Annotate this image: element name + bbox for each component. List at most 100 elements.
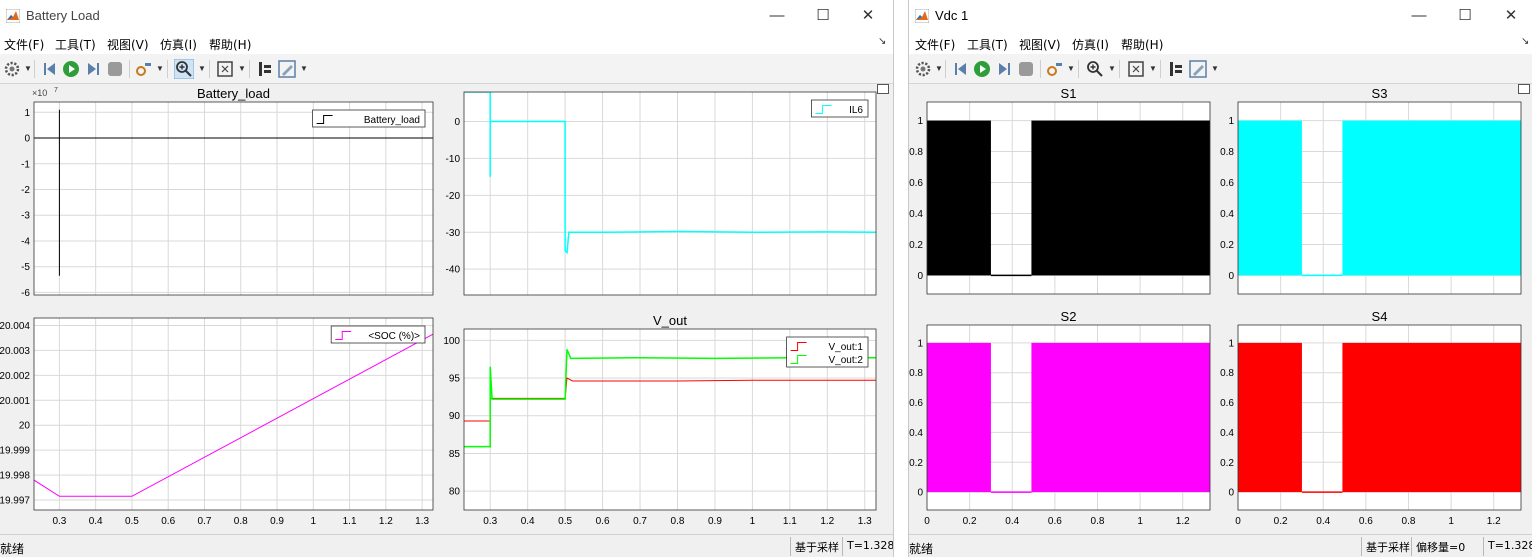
step-forward-icon[interactable]	[83, 59, 103, 79]
stop-icon[interactable]	[105, 59, 125, 79]
battery-load-window: Battery Load — ☐ ✕ 文件(F) 工具(T) 视图(V) 仿真(…	[0, 0, 894, 557]
pulse-block	[1238, 120, 1302, 276]
fit-dropdown-icon[interactable]: ▼	[238, 64, 246, 73]
cursor-icon[interactable]	[1166, 59, 1186, 79]
minimize-button[interactable]: —	[762, 4, 792, 28]
menu-file[interactable]: 文件(F)	[915, 36, 955, 53]
pulse-block	[1238, 342, 1302, 493]
x-tick-label: 1.1	[343, 516, 357, 527]
chart-title: Battery_load	[197, 86, 270, 101]
toolbar-separator	[129, 60, 130, 78]
cursor-icon[interactable]	[255, 59, 275, 79]
x-tick-label: 0.6	[596, 516, 610, 527]
edit-icon[interactable]	[277, 59, 297, 79]
menu-view[interactable]: 视图(V)	[107, 36, 149, 53]
y-tick-label: 20.004	[0, 321, 30, 332]
title-bar[interactable]: Battery Load — ☐ ✕	[0, 0, 893, 32]
y-tick-label: 0.2	[909, 240, 923, 251]
minimize-button[interactable]: —	[1404, 4, 1434, 28]
menu-simulation[interactable]: 仿真(I)	[1072, 36, 1109, 53]
window-title: Battery Load	[26, 8, 100, 23]
menu-bar: 文件(F) 工具(T) 视图(V) 仿真(I) 帮助(H) ↘	[909, 32, 1532, 54]
run-icon[interactable]	[61, 59, 81, 79]
title-bar[interactable]: Vdc 1 — ☐ ✕	[909, 0, 1532, 32]
highlight-icon[interactable]	[1045, 59, 1065, 79]
pulse-block	[1031, 120, 1210, 276]
step-forward-icon[interactable]	[994, 59, 1014, 79]
scope-plots: 1 0 -1 -2 -3 -4 -5 -6 Battery_load ×10 7 Battery_lo…	[0, 86, 877, 527]
y-tick-label: 0.6	[1220, 178, 1234, 189]
y-tick-label: 1	[917, 338, 923, 349]
legend: IL6	[811, 99, 869, 118]
x-tick-label: 0.8	[1091, 516, 1105, 527]
edit-dropdown-icon[interactable]: ▼	[300, 64, 308, 73]
y-tick-label: -2	[21, 185, 30, 196]
zoom-in-icon[interactable]	[174, 59, 194, 79]
fit-dropdown-icon[interactable]: ▼	[1149, 64, 1157, 73]
settings-icon[interactable]	[913, 59, 933, 79]
fit-axes-icon[interactable]	[215, 59, 235, 79]
y-tick-label: 90	[449, 411, 461, 422]
y-tick-label: 0.4	[909, 209, 923, 220]
x-tick-label: 0.6	[161, 516, 175, 527]
sim-time: T=1.328	[1483, 537, 1532, 556]
dock-arrow-icon[interactable]: ↘	[1521, 36, 1529, 47]
vdc-1-window: Vdc 1 — ☐ ✕ 文件(F) 工具(T) 视图(V) 仿真(I) 帮助(H…	[908, 0, 1532, 557]
menu-tools[interactable]: 工具(T)	[967, 36, 1008, 53]
stop-icon[interactable]	[1016, 59, 1036, 79]
scope-plots: 00.20.40.60.81S100.20.40.60.81S30 0.2 0.4 0…	[909, 86, 1522, 527]
toolbar-separator	[1078, 60, 1079, 78]
y-tick-label: 0	[1228, 488, 1234, 499]
settings-dropdown-icon[interactable]: ▼	[935, 64, 943, 73]
plot-background	[34, 318, 433, 510]
settings-dropdown-icon[interactable]: ▼	[24, 64, 32, 73]
plot-background	[34, 102, 433, 295]
y-tick-label: 0.4	[1220, 428, 1234, 439]
x-tick-label: 1	[1448, 516, 1454, 527]
fit-axes-icon[interactable]	[1126, 59, 1146, 79]
maximize-button[interactable]: ☐	[1450, 4, 1480, 28]
pulse-block	[927, 342, 991, 493]
chart-title: S1	[1061, 86, 1077, 101]
undock-icon[interactable]	[877, 84, 889, 94]
step-back-icon[interactable]	[40, 59, 60, 79]
undock-icon[interactable]	[1518, 84, 1530, 94]
maximize-button[interactable]: ☐	[808, 4, 838, 28]
pulse-block	[1031, 342, 1210, 493]
close-button[interactable]: ✕	[853, 4, 883, 28]
zoom-dropdown-icon[interactable]: ▼	[1108, 64, 1116, 73]
y-tick-label: 0.8	[1220, 147, 1234, 158]
close-button[interactable]: ✕	[1496, 4, 1526, 28]
menu-help[interactable]: 帮助(H)	[1121, 36, 1163, 53]
toolbar: ▼ ▼ ▼ ▼ ▼	[909, 54, 1532, 84]
menu-help[interactable]: 帮助(H)	[209, 36, 251, 53]
x-tick-label: 1.3	[858, 516, 872, 527]
highlight-dropdown-icon[interactable]: ▼	[156, 64, 164, 73]
menu-view[interactable]: 视图(V)	[1019, 36, 1061, 53]
y-tick-label: 0.2	[1220, 458, 1234, 469]
dock-arrow-icon[interactable]: ↘	[878, 36, 886, 47]
x-tick-label: 0.4	[1316, 516, 1330, 527]
edit-icon[interactable]	[1188, 59, 1208, 79]
y-tick-label: 0.6	[909, 398, 923, 409]
chart-title: V_out	[653, 313, 687, 328]
highlight-icon[interactable]	[134, 59, 154, 79]
zoom-dropdown-icon[interactable]: ▼	[198, 64, 206, 73]
zoom-in-icon[interactable]	[1085, 59, 1105, 79]
menu-tools[interactable]: 工具(T)	[55, 36, 96, 53]
x-tick-label: 0.4	[1005, 516, 1019, 527]
settings-icon[interactable]	[2, 59, 22, 79]
x-tick-label: 0.3	[52, 516, 66, 527]
highlight-dropdown-icon[interactable]: ▼	[1067, 64, 1075, 73]
step-back-icon[interactable]	[951, 59, 971, 79]
y-tick-label: -3	[21, 211, 30, 222]
run-icon[interactable]	[972, 59, 992, 79]
menu-simulation[interactable]: 仿真(I)	[160, 36, 197, 53]
y-tick-label: -30	[446, 228, 461, 239]
edit-dropdown-icon[interactable]: ▼	[1211, 64, 1219, 73]
sample-mode: 基于采样	[1361, 537, 1414, 556]
x-tick-label: 1.1	[783, 516, 797, 527]
menu-file[interactable]: 文件(F)	[4, 36, 44, 53]
pulse-block	[927, 120, 991, 276]
y-tick-label: 0.8	[909, 147, 923, 158]
